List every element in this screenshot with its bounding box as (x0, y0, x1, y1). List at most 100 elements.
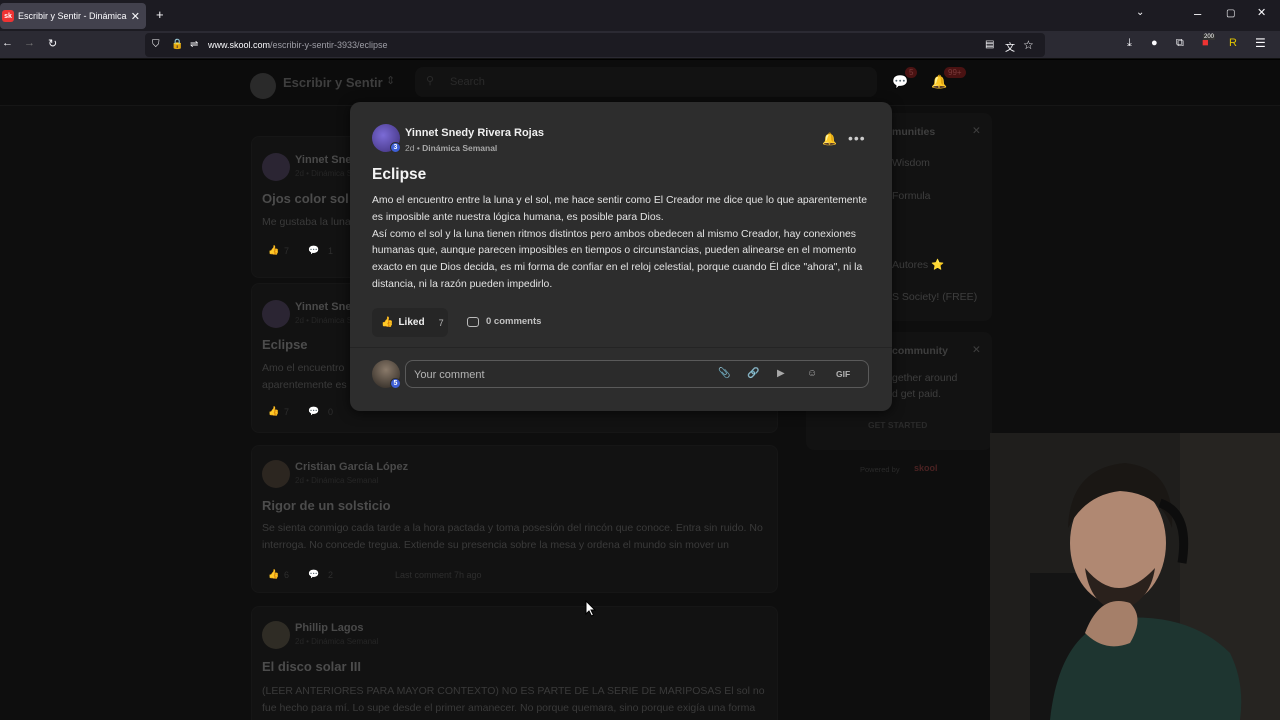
search-placeholder: Search (450, 76, 485, 88)
post-body: Amo el encuentro entre la luna y el sol,… (372, 193, 872, 294)
post-comment-icon[interactable]: 💬 (308, 406, 319, 417)
comments-button[interactable]: 0 comments (467, 316, 541, 327)
comment-bubble-icon (467, 316, 479, 327)
get-started-button[interactable]: GET STARTED (868, 420, 927, 430)
downloads-icon[interactable]: ⤓ (1127, 37, 1132, 50)
webcam-person-image (990, 433, 1280, 720)
post-comment-icon[interactable]: 💬 (308, 245, 319, 256)
post-author[interactable]: Yinnet Snedy Rivera Rojas (405, 127, 544, 139)
permissions-icon[interactable]: ⇌ (190, 39, 198, 50)
group-logo[interactable] (250, 73, 276, 99)
post-category[interactable]: Dinámica Semanal (422, 143, 497, 153)
new-tab-icon[interactable]: + (156, 8, 164, 21)
lock-icon[interactable]: 🔒 (171, 39, 183, 50)
powered-by: Powered by (860, 465, 900, 474)
avatar[interactable] (262, 621, 290, 649)
close-icon[interactable]: ✕ (972, 125, 981, 137)
reload-icon[interactable]: ↻ (48, 37, 57, 50)
comments-count: 0 comments (486, 316, 542, 327)
account-icon[interactable]: ● (1151, 37, 1158, 49)
user-level-badge: 5 (390, 378, 401, 389)
browser-tab-active[interactable]: sk Escribir y Sentir - Dinámica Sem ✕ (0, 3, 146, 29)
post-likes: 7 (284, 246, 290, 256)
post-modal: 3 Yinnet Snedy Rivera Rojas 2d • Dinámic… (350, 102, 892, 411)
community-header: Escribir y Sentir ⇕ ⚲ Search 💬 5 🔔 99+ (0, 60, 1280, 106)
extension-r-icon[interactable]: R (1229, 37, 1237, 49)
url-text[interactable]: www.skool.com/escribir-y-sentir-3933/ecl… (208, 40, 388, 50)
forward-arrow-icon[interactable]: → (24, 37, 35, 49)
tab-close-icon[interactable]: ✕ (131, 10, 140, 23)
community-item[interactable]: S Society! (FREE) (892, 291, 977, 303)
app-menu-icon[interactable]: ☰ (1255, 36, 1266, 50)
maximize-icon[interactable]: ▢ (1226, 9, 1235, 19)
post-like-icon[interactable]: 👍 (268, 406, 279, 417)
reader-view-icon[interactable]: ▤ (985, 39, 994, 50)
avatar[interactable] (262, 300, 290, 328)
post-title[interactable]: Rigor de un solsticio (262, 498, 391, 513)
follow-bell-icon[interactable]: 🔔 (822, 132, 837, 146)
author-level-badge: 3 (390, 142, 401, 153)
emoji-icon[interactable]: ☺ (807, 368, 817, 379)
post-author[interactable]: Cristian García López (295, 461, 408, 473)
create-community-title: community (892, 345, 949, 357)
divider (350, 347, 892, 348)
search-icon: ⚲ (426, 75, 435, 87)
post-paragraph: Amo el encuentro entre la luna y el sol,… (372, 195, 867, 223)
extensions-icon[interactable]: ⧉ (1176, 37, 1184, 50)
post-author[interactable]: Yinnet Sned (295, 154, 358, 166)
post-comment-count: 1 (328, 246, 334, 256)
video-icon[interactable]: ▶ (777, 368, 785, 379)
window-close-icon[interactable]: ✕ (1257, 8, 1266, 19)
post-like-icon[interactable]: 👍 (268, 569, 279, 580)
post-title[interactable]: Ojos color sol (262, 191, 349, 206)
group-switcher-icon[interactable]: ⇕ (386, 74, 395, 87)
notification-badge: 99+ (944, 67, 966, 78)
post-like-icon[interactable]: 👍 (268, 245, 279, 256)
tab-title: Escribir y Sentir - Dinámica Sem (18, 11, 127, 21)
minimize-icon[interactable]: – (1194, 7, 1201, 20)
feed-post-card[interactable]: Cristian García López 2d • Dinámica Sema… (251, 445, 778, 593)
address-bar[interactable]: ⛉ 🔒 ⇌ www.skool.com/escribir-y-sentir-39… (145, 33, 1045, 57)
community-item[interactable]: Formula (892, 190, 931, 202)
search-input[interactable]: ⚲ Search (415, 67, 877, 97)
more-options-icon[interactable]: ••• (848, 130, 866, 146)
extension-badge: 200 (1203, 34, 1216, 40)
like-count[interactable]: 7 (439, 318, 444, 328)
tracking-shield-icon[interactable]: ⛉ (152, 39, 160, 50)
like-label: Liked (398, 317, 425, 328)
post-meta: 2d • Dinámica Semanal (405, 143, 498, 153)
thumbs-up-icon: 👍 (381, 317, 394, 328)
webcam-overlay (990, 433, 1280, 720)
community-item[interactable]: Wisdom (892, 157, 930, 169)
communities-title: munities (892, 126, 936, 138)
post-author[interactable]: Phillip Lagos (295, 622, 363, 634)
translate-icon[interactable]: 文 (1005, 39, 1015, 54)
close-icon[interactable]: ✕ (972, 344, 981, 356)
post-comment-icon[interactable]: 💬 (308, 569, 319, 580)
list-tabs-chevron-icon[interactable]: ⌄ (1136, 8, 1144, 18)
post-title[interactable]: Eclipse (262, 337, 308, 352)
post-title: Eclipse (372, 166, 427, 183)
post-likes: 6 (284, 570, 290, 580)
bookmark-star-icon[interactable]: ☆ (1023, 38, 1034, 52)
group-name[interactable]: Escribir y Sentir (283, 75, 383, 90)
skool-logo[interactable]: skool (914, 463, 938, 473)
post-author[interactable]: Yinnet Sned (295, 301, 358, 313)
comment-box[interactable]: 📎 🔗 ▶ ☺ GIF (405, 360, 869, 388)
comment-input[interactable] (414, 366, 704, 383)
back-arrow-icon[interactable]: ← (2, 37, 13, 49)
avatar[interactable] (262, 460, 290, 488)
community-item[interactable]: Autores ⭐ (892, 258, 944, 271)
like-button[interactable]: 👍 Liked 7 (372, 308, 448, 337)
link-icon[interactable]: 🔗 (747, 368, 759, 379)
post-paragraph: Así como el sol y la luna tienen ritmos … (372, 228, 863, 290)
post-likes: 7 (284, 407, 290, 417)
post-comment-count: 0 (328, 407, 334, 417)
attachment-icon[interactable]: 📎 (718, 368, 730, 379)
create-community-text: gether around d get paid. (892, 372, 958, 400)
gif-button[interactable]: GIF (836, 369, 850, 379)
avatar[interactable] (262, 153, 290, 181)
feed-post-card[interactable]: Phillip Lagos 2d • Dinámica Semanal El d… (251, 606, 778, 720)
post-title[interactable]: El disco solar III (262, 659, 361, 674)
last-comment: Last comment 7h ago (395, 570, 482, 580)
